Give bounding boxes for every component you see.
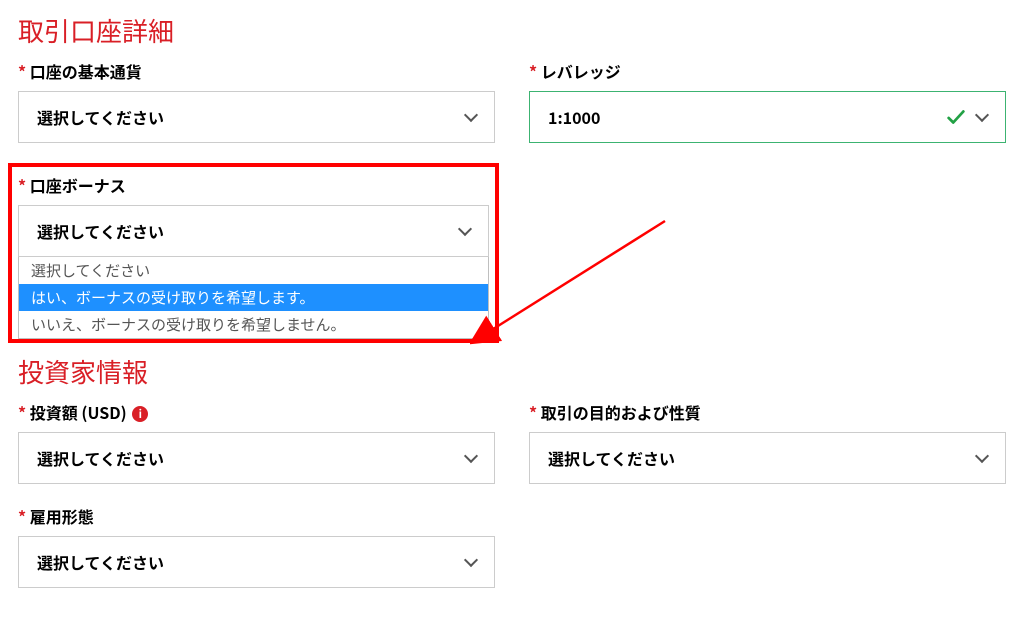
investment-value: 選択してください <box>37 446 164 470</box>
base-currency-label: * 口座の基本通貨 <box>18 59 495 83</box>
leverage-select[interactable]: 1:1000 <box>529 91 1006 143</box>
purpose-value: 選択してください <box>548 446 675 470</box>
bonus-label: * 口座ボーナス <box>18 173 489 197</box>
employment-value: 選択してください <box>37 550 164 574</box>
base-currency-select[interactable]: 選択してください <box>18 91 495 143</box>
section1-heading: 取引口座詳細 <box>18 12 1006 49</box>
chevron-down-icon <box>975 449 989 463</box>
info-icon[interactable]: i <box>132 406 148 422</box>
check-icon <box>945 106 967 128</box>
base-currency-value: 選択してください <box>37 105 164 129</box>
bonus-select[interactable]: 選択してください <box>18 205 489 257</box>
employment-select[interactable]: 選択してください <box>18 536 495 588</box>
bonus-value: 選択してください <box>37 219 164 243</box>
leverage-label: * レバレッジ <box>529 59 1006 83</box>
bonus-option-2[interactable]: いいえ、ボーナスの受け取りを希望しません。 <box>19 311 488 338</box>
chevron-down-icon <box>458 222 472 236</box>
purpose-select[interactable]: 選択してください <box>529 432 1006 484</box>
section2-heading: 投資家情報 <box>18 353 1006 390</box>
employment-label: * 雇用形態 <box>18 504 495 528</box>
chevron-down-icon <box>975 108 989 122</box>
investment-label: * 投資額 (USD) i <box>18 400 495 424</box>
bonus-option-1[interactable]: はい、ボーナスの受け取りを希望します。 <box>19 284 488 311</box>
chevron-down-icon <box>464 449 478 463</box>
bonus-highlight-box: * 口座ボーナス 選択してください 選択してください はい、ボーナスの受け取りを… <box>8 163 499 343</box>
investment-select[interactable]: 選択してください <box>18 432 495 484</box>
chevron-down-icon <box>464 108 478 122</box>
purpose-label: * 取引の目的および性質 <box>529 400 1006 424</box>
bonus-dropdown: 選択してください はい、ボーナスの受け取りを希望します。 いいえ、ボーナスの受け… <box>18 257 489 339</box>
chevron-down-icon <box>464 553 478 567</box>
leverage-value: 1:1000 <box>548 105 600 129</box>
bonus-option-0[interactable]: 選択してください <box>19 257 488 284</box>
